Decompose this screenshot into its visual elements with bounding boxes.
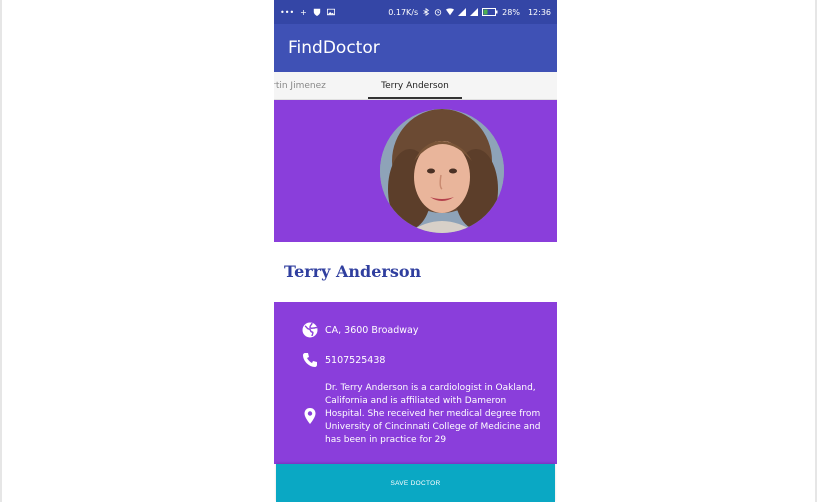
app-title: FindDoctor [288, 38, 380, 58]
clock: 12:36 [527, 7, 551, 17]
signal-icon-2 [470, 8, 479, 16]
tab-active-indicator [368, 97, 462, 99]
doctor-tabs: rtin Jimenez Terry Anderson [274, 72, 557, 100]
phone-row[interactable]: 5107525438 [302, 352, 385, 368]
image-icon [326, 8, 335, 16]
status-left: ••• + [280, 8, 335, 17]
doctor-photo [380, 109, 504, 233]
bluetooth-icon [423, 8, 430, 16]
signal-icon [458, 8, 467, 16]
profile-header [274, 100, 557, 242]
left-border [0, 0, 2, 502]
tab-previous-doctor[interactable]: rtin Jimenez [274, 72, 334, 99]
shield-icon [313, 8, 321, 16]
add-icon: + [300, 7, 307, 17]
doctor-bio: Dr. Terry Anderson is a cardiologist in … [325, 383, 541, 445]
wifi-icon [446, 8, 455, 16]
globe-icon [302, 322, 318, 338]
name-section: Terry Anderson [274, 242, 557, 302]
address-row[interactable]: CA, 3600 Broadway [302, 322, 418, 338]
details-card: CA, 3600 Broadway 5107525438 Dr. Terry A… [274, 302, 557, 464]
network-speed: 0.17K/s [388, 7, 419, 17]
status-right: 0.17K/s 28% 12:36 [388, 8, 551, 17]
phone-screen: ••• + 0.17K/s 28% 12:36 FindDoctor rtin … [274, 0, 557, 502]
battery-percent: 28% [502, 7, 520, 17]
save-doctor-button[interactable]: SAVE DOCTOR [276, 464, 555, 502]
status-bar: ••• + 0.17K/s 28% 12:36 [274, 0, 557, 24]
app-bar: FindDoctor [274, 24, 557, 72]
more-icon: ••• [280, 7, 295, 17]
doctor-name: Terry Anderson [284, 262, 422, 281]
tab-terry-anderson[interactable]: Terry Anderson [368, 72, 462, 99]
alarm-icon [434, 9, 442, 16]
doctor-address: CA, 3600 Broadway [325, 324, 419, 336]
location-pin-icon [304, 408, 316, 424]
avatar [380, 109, 504, 233]
phone-icon [303, 353, 317, 367]
doctor-phone: 5107525438 [325, 354, 386, 366]
battery-icon [482, 8, 498, 16]
